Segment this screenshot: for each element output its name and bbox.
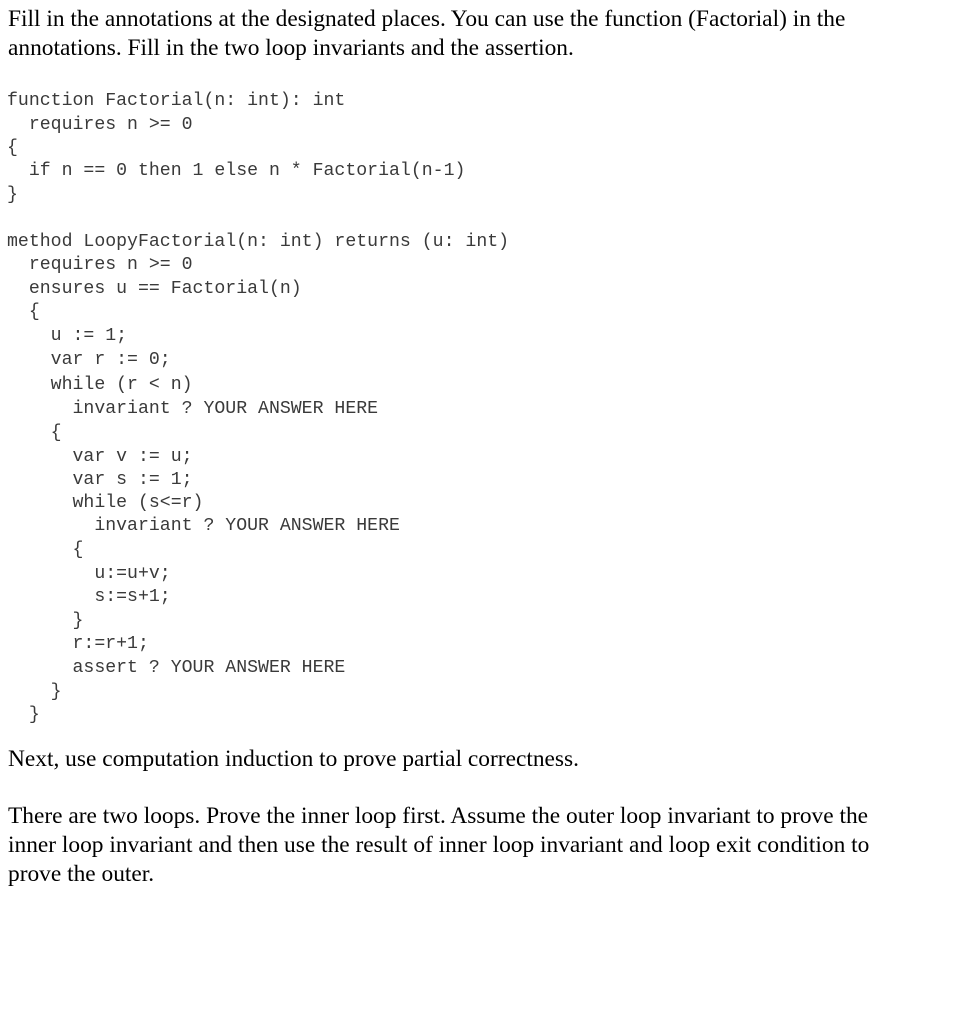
method-ensures: ensures u == Factorial(n) <box>7 279 302 299</box>
code-line: var r := 0; <box>7 350 171 370</box>
two-loops-line-3: prove the outer. <box>8 861 155 887</box>
code-line: s:=s+1; <box>7 587 171 607</box>
code-line: var v := u; <box>7 447 193 467</box>
inner-invariant-placeholder: invariant ? YOUR ANSWER HERE <box>7 516 400 536</box>
code-line: requires n >= 0 <box>7 115 193 135</box>
code-line: if n == 0 then 1 else n * Factorial(n-1) <box>7 161 466 181</box>
outer-invariant-placeholder: invariant ? YOUR ANSWER HERE <box>7 399 379 419</box>
method-requires: requires n >= 0 <box>7 255 193 275</box>
code-line: function Factorial(n: int): int <box>7 91 346 111</box>
instructions-paragraph: Fill in the annotations at the designate… <box>8 5 968 63</box>
two-loops-paragraph: There are two loops. Prove the inner loo… <box>8 802 968 889</box>
inner-while-line: while (s<=r) <box>7 493 204 513</box>
outer-while-line: while (r < n) <box>7 375 193 395</box>
code-line: var s := 1; <box>7 470 193 490</box>
assert-placeholder: assert ? YOUR ANSWER HERE <box>7 658 346 678</box>
next-step-paragraph: Next, use computation induction to prove… <box>8 746 579 772</box>
method-signature: method LoopyFactorial(n: int) returns (u… <box>7 232 510 252</box>
code-line: } <box>7 705 40 725</box>
two-loops-line-2: inner loop invariant and then use the re… <box>8 832 870 858</box>
code-line: { <box>7 540 84 560</box>
code-line: u := 1; <box>7 326 128 346</box>
two-loops-line-1: There are two loops. Prove the inner loo… <box>8 803 869 829</box>
code-line: r:=r+1; <box>7 634 149 654</box>
loopy-factorial-method-code: method LoopyFactorial(n: int) returns (u… <box>7 0 509 725</box>
instructions-line-2: annotations. Fill in the two loop invari… <box>8 35 574 61</box>
instructions-line-1: Fill in the annotations at the designate… <box>8 6 846 32</box>
code-line: } <box>7 682 62 702</box>
code-line: } <box>7 611 84 631</box>
code-line: { <box>7 302 40 322</box>
code-line: { <box>7 423 62 443</box>
code-line: u:=u+v; <box>7 564 171 584</box>
